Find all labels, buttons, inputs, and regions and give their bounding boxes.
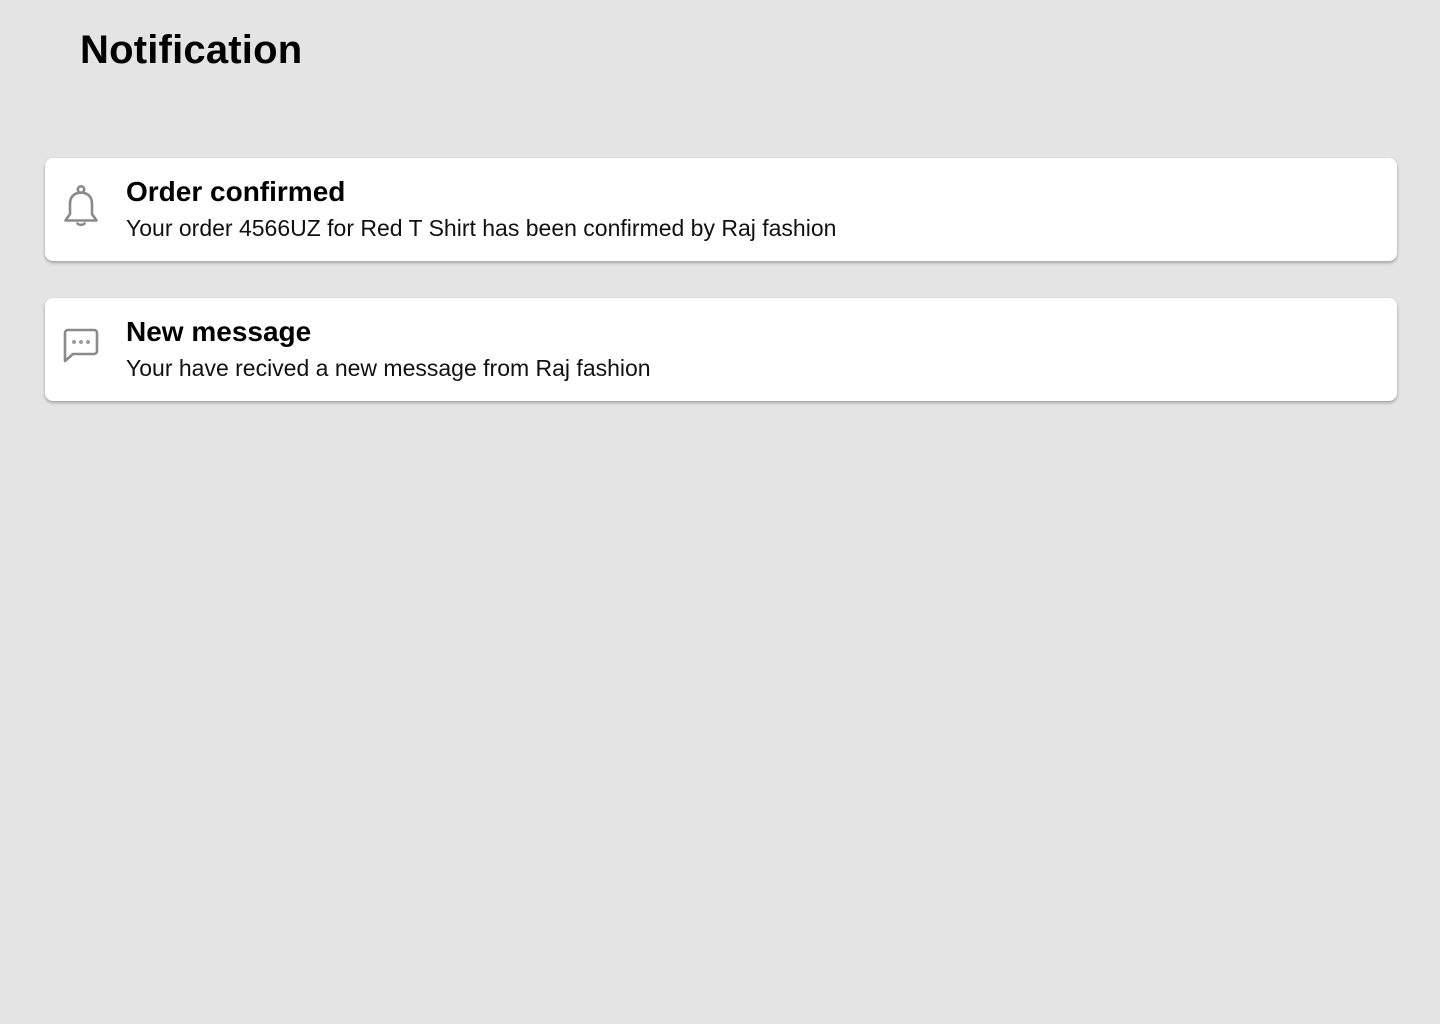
notification-card-new-message[interactable]: New message Your have recived a new mess… (45, 298, 1397, 401)
notification-body: Your have recived a new message from Raj… (126, 355, 651, 381)
notification-body: Your order 4566UZ for Red T Shirt has be… (126, 215, 837, 241)
message-icon (61, 324, 101, 368)
notification-content: Order confirmed Your order 4566UZ for Re… (126, 175, 1377, 245)
notification-list: Order confirmed Your order 4566UZ for Re… (45, 158, 1397, 438)
page-title: Notification (80, 28, 303, 72)
notification-title: New message (126, 316, 312, 347)
notification-card-order-confirmed[interactable]: Order confirmed Your order 4566UZ for Re… (45, 158, 1397, 261)
notification-title: Order confirmed (126, 176, 346, 207)
bell-icon (61, 184, 101, 228)
notification-content: New message Your have recived a new mess… (126, 315, 1377, 385)
